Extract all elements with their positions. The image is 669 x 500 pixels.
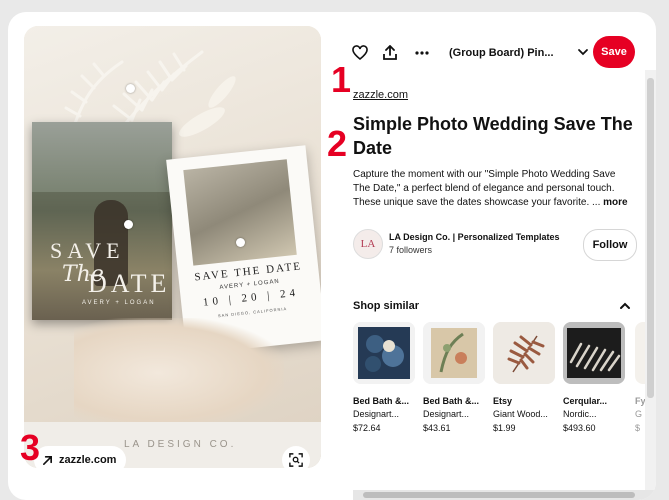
creator-row: LA LA Design Co. | Personalized Template… <box>353 229 638 261</box>
carousel-scrollbar-thumb[interactable] <box>363 492 635 498</box>
product-thumbnail[interactable] <box>493 322 555 384</box>
product-tag-dot[interactable] <box>124 220 133 229</box>
product-merchant: Bed Bath &... <box>353 396 410 406</box>
heart-icon <box>352 45 368 61</box>
visual-search-icon <box>289 453 303 467</box>
board-selector-label: (Group Board) Pin... <box>449 47 554 59</box>
product-price: $43.61 <box>423 423 451 433</box>
product-name: Designart... <box>423 409 470 419</box>
pin-description: Capture the moment with our "Simple Phot… <box>353 168 633 210</box>
card-save-text: SAVE <box>50 238 125 263</box>
product-merchant: Bed Bath &... <box>423 396 480 406</box>
annotation-number-3: 3 <box>20 427 41 468</box>
creator-followers: 7 followers <box>389 245 433 255</box>
chevron-up-icon[interactable] <box>619 300 631 312</box>
product-image <box>423 322 485 384</box>
more-options-button[interactable] <box>411 42 433 64</box>
couple-kiss-photo <box>183 159 297 266</box>
board-selector[interactable]: (Group Board) Pin... <box>449 38 554 68</box>
product-card[interactable]: Cerqular... Nordic... $493.60 <box>563 322 629 433</box>
brand-watermark: LA DESIGN CO. <box>124 439 237 450</box>
creator-name[interactable]: LA Design Co. | Personalized Templates <box>389 232 560 242</box>
pin-source-domain[interactable]: zazzle.com <box>353 89 408 101</box>
avatar[interactable]: LA <box>353 229 383 259</box>
pin-description-text: Capture the moment with our "Simple Phot… <box>353 169 616 208</box>
shop-similar-carousel: Bed Bath &... Designart... $72.64 Bed Ba… <box>353 322 656 442</box>
product-merchant: Etsy <box>493 396 513 406</box>
product-price: $72.64 <box>353 423 381 433</box>
more-link[interactable]: more <box>603 197 627 208</box>
pin-title: Simple Photo Wedding Save The Date <box>353 114 633 158</box>
product-thumbnail[interactable] <box>423 322 485 384</box>
product-name: Designart... <box>353 409 400 419</box>
product-thumbnail[interactable] <box>563 322 625 384</box>
product-image <box>353 322 415 384</box>
product-merchant: Cerqular... <box>563 396 608 406</box>
save-button[interactable]: Save <box>593 36 635 68</box>
follow-button[interactable]: Follow <box>583 229 637 261</box>
pin-action-bar: (Group Board) Pin... Save <box>345 36 635 69</box>
card-date-text: DATE <box>88 269 171 298</box>
share-icon <box>383 45 397 60</box>
annotation-number-2: 2 <box>327 123 348 164</box>
product-image <box>493 322 555 384</box>
vertical-scrollbar-thumb[interactable] <box>647 78 654 398</box>
vertical-scrollbar[interactable] <box>645 70 656 500</box>
product-thumbnail[interactable] <box>353 322 415 384</box>
board-dropdown-button[interactable] <box>577 42 589 69</box>
product-tag-dot[interactable] <box>236 238 245 247</box>
more-dots-icon <box>415 51 429 55</box>
carousel-scrollbar[interactable] <box>353 490 656 500</box>
arrow-up-right-icon <box>43 455 52 465</box>
card-names-text: AVERY + LOGAN <box>82 300 156 306</box>
product-card[interactable]: Bed Bath &... Designart... $43.61 <box>423 322 489 433</box>
product-price: $493.60 <box>563 423 596 433</box>
source-link-label: zazzle.com <box>59 454 117 466</box>
share-button[interactable] <box>379 42 401 64</box>
product-tag-dot[interactable] <box>126 84 135 93</box>
shop-similar-header: Shop similar <box>353 300 631 316</box>
source-link-chip[interactable]: zazzle.com <box>34 446 127 474</box>
product-name: Nordic... <box>563 409 597 419</box>
product-price: $1.99 <box>493 423 516 433</box>
pin-image[interactable]: SAVE The DATE AVERY + LOGAN SAVE THE DAT… <box>24 26 321 468</box>
like-button[interactable] <box>349 42 371 64</box>
shop-similar-heading: Shop similar <box>353 300 420 312</box>
dark-save-the-date-card: SAVE The DATE AVERY + LOGAN <box>32 122 172 320</box>
card-sky <box>32 122 172 192</box>
product-image <box>563 322 625 384</box>
annotation-number-1: 1 <box>331 59 352 100</box>
chevron-down-icon <box>578 49 588 56</box>
silk-ribbon <box>74 318 284 428</box>
visual-search-button[interactable] <box>282 446 310 474</box>
product-name: Giant Wood... <box>493 409 548 419</box>
product-card[interactable]: Etsy Giant Wood... $1.99 <box>493 322 559 433</box>
product-card[interactable]: Bed Bath &... Designart... $72.64 <box>353 322 419 433</box>
